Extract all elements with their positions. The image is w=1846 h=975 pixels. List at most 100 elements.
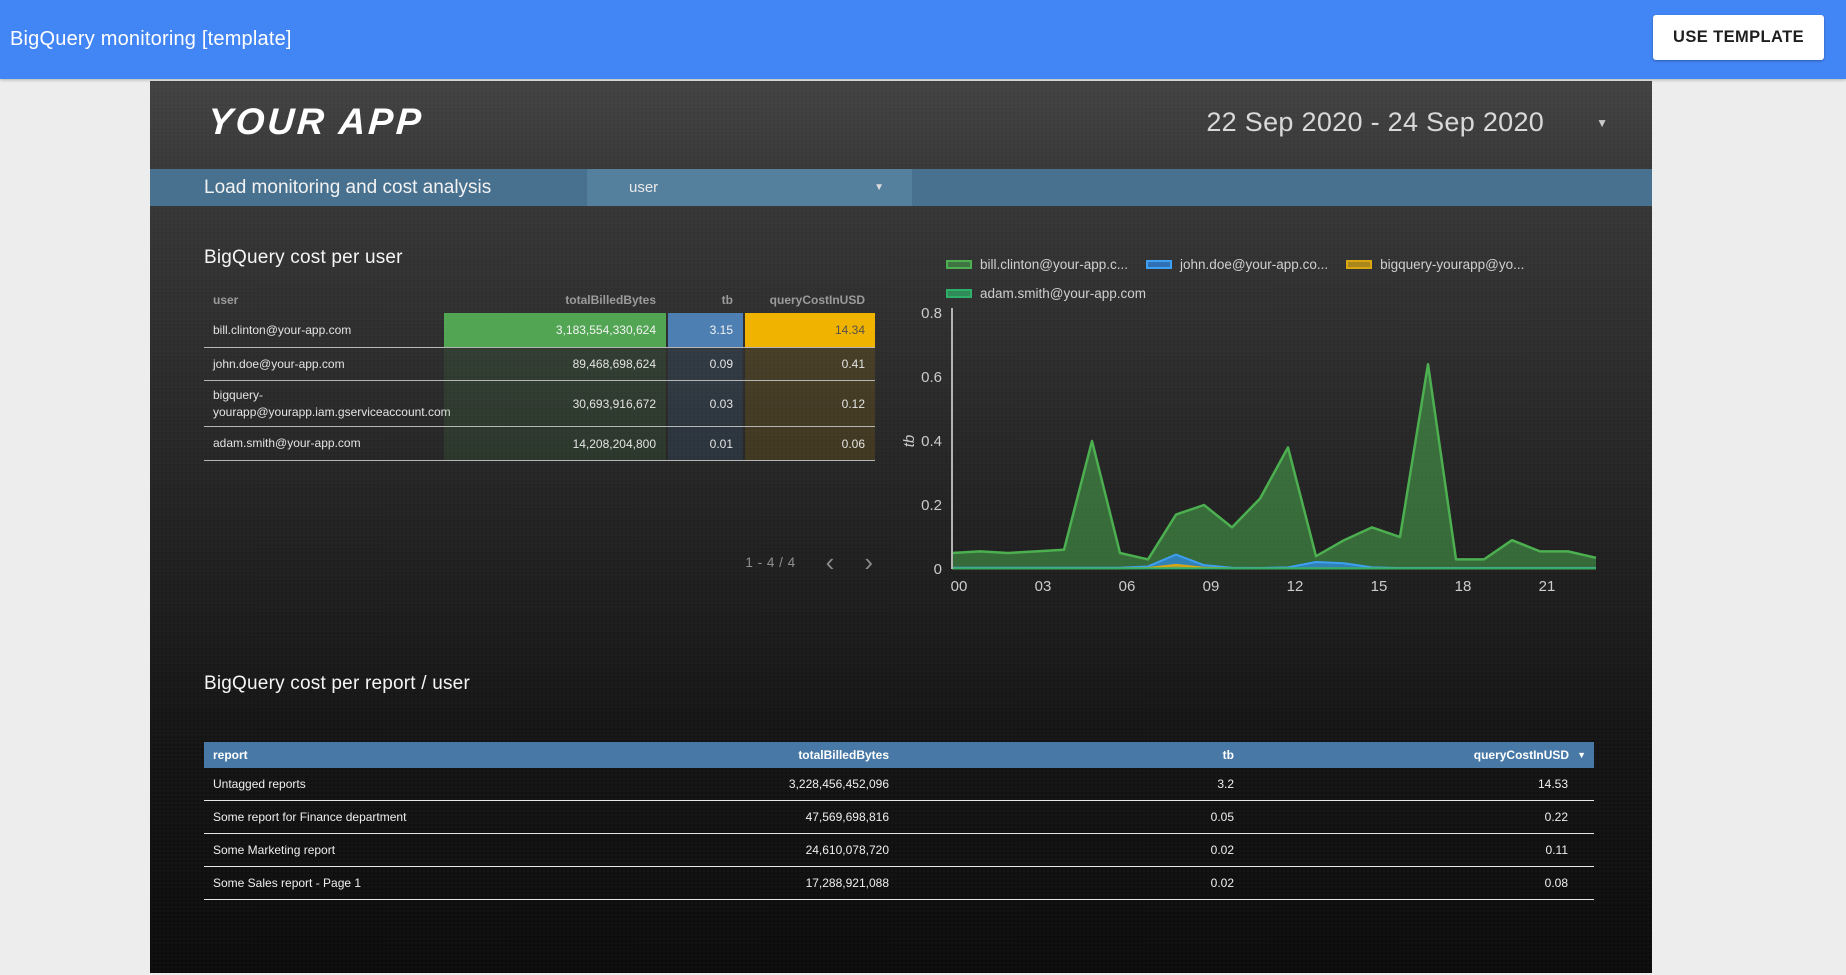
area-chart-svg[interactable]: 00.20.40.60.8tb0003060912151821 bbox=[902, 300, 1602, 605]
series-color-swatch bbox=[1146, 260, 1172, 269]
x-tick-label: 03 bbox=[1035, 578, 1052, 595]
legend-item[interactable]: bigquery-yourapp@yo... bbox=[1346, 257, 1524, 272]
user-cell: john.doe@your-app.com bbox=[204, 348, 442, 380]
table-header-row: user totalBilledBytes tb queryCostInUSD bbox=[204, 286, 875, 313]
previous-page-icon[interactable]: ‹ bbox=[826, 551, 835, 573]
tb-cell: 0.03 bbox=[668, 381, 743, 426]
column-header-bytes[interactable]: totalBilledBytes bbox=[713, 748, 889, 762]
table-pagination: 1 - 4 / 4 ‹ › bbox=[204, 549, 873, 575]
cost-per-report-table: report totalBilledBytes tb queryCostInUS… bbox=[204, 742, 1594, 900]
tb-cell: 0.02 bbox=[889, 876, 1234, 890]
report-cell: Some Marketing report bbox=[204, 843, 713, 857]
date-range-picker[interactable]: 22 Sep 2020 - 24 Sep 2020 ▼ bbox=[1206, 107, 1608, 138]
column-header-tb[interactable]: tb bbox=[668, 293, 743, 307]
table-header-row: report totalBilledBytes tb queryCostInUS… bbox=[204, 742, 1594, 768]
cost-per-user-table: user totalBilledBytes tb queryCostInUSD … bbox=[204, 286, 875, 461]
table-row: adam.smith@your-app.com 14,208,204,800 0… bbox=[204, 426, 875, 460]
pagination-range: 1 - 4 / 4 bbox=[745, 555, 795, 570]
bytes-cell: 47,569,698,816 bbox=[713, 810, 889, 824]
cost-cell: 0.41 bbox=[745, 348, 875, 380]
cost-cell: 14.53 bbox=[1234, 777, 1594, 791]
x-tick-label: 18 bbox=[1455, 578, 1472, 595]
bytes-cell: 3,228,456,452,096 bbox=[713, 777, 889, 791]
column-header-cost[interactable]: queryCostInUSD bbox=[745, 293, 875, 307]
user-cell: adam.smith@your-app.com bbox=[204, 427, 442, 460]
cost-cell: 0.12 bbox=[745, 381, 875, 426]
chevron-down-icon: ▼ bbox=[874, 182, 884, 193]
series-color-swatch bbox=[946, 260, 972, 269]
report-cell: Some Sales report - Page 1 bbox=[204, 876, 713, 890]
cost-cell: 14.34 bbox=[745, 313, 875, 347]
x-tick-label: 09 bbox=[1203, 578, 1220, 595]
cost-area-chart[interactable]: 00.20.40.60.8tb0003060912151821 bbox=[902, 300, 1602, 605]
report-cell: Some report for Finance department bbox=[204, 810, 713, 824]
legend-item[interactable]: bill.clinton@your-app.c... bbox=[946, 257, 1128, 272]
column-header-cost-label: queryCostInUSD bbox=[1474, 748, 1569, 762]
tb-cell: 0.02 bbox=[889, 843, 1234, 857]
cost-per-user-title: BigQuery cost per user bbox=[204, 247, 403, 269]
x-tick-label: 06 bbox=[1119, 578, 1136, 595]
table-row: bigquery- yourapp@yourapp.iam.gserviceac… bbox=[204, 380, 875, 426]
series-color-swatch bbox=[1346, 260, 1372, 269]
y-tick-label: 0.4 bbox=[921, 433, 942, 450]
filter-bar-title: Load monitoring and cost analysis bbox=[204, 169, 491, 206]
page: BigQuery monitoring [template] USE TEMPL… bbox=[0, 0, 1846, 975]
column-header-user[interactable]: user bbox=[204, 293, 442, 307]
chevron-down-icon: ▼ bbox=[1596, 116, 1608, 130]
filter-bar: Load monitoring and cost analysis user ▼ bbox=[150, 169, 1652, 206]
cost-cell: 0.08 bbox=[1234, 876, 1594, 890]
column-header-tb[interactable]: tb bbox=[889, 748, 1234, 762]
user-filter-dropdown[interactable]: user ▼ bbox=[586, 169, 913, 206]
tb-cell: 3.2 bbox=[889, 777, 1234, 791]
cost-per-report-title: BigQuery cost per report / user bbox=[204, 673, 470, 695]
table-row: Untagged reports 3,228,456,452,096 3.2 1… bbox=[204, 768, 1594, 801]
tb-cell: 0.01 bbox=[668, 427, 743, 460]
column-header-report[interactable]: report bbox=[204, 748, 713, 762]
table-row: Some Sales report - Page 1 17,288,921,08… bbox=[204, 867, 1594, 900]
table-row: Some report for Finance department 47,56… bbox=[204, 801, 1594, 834]
report-title: BigQuery monitoring [template] bbox=[10, 0, 292, 79]
bytes-cell: 30,693,916,672 bbox=[444, 381, 666, 426]
table-row: Some Marketing report 24,610,078,720 0.0… bbox=[204, 834, 1594, 867]
tb-cell: 0.09 bbox=[668, 348, 743, 380]
legend-label: bill.clinton@your-app.c... bbox=[980, 257, 1128, 272]
tb-cell: 3.15 bbox=[668, 313, 743, 347]
series-color-swatch bbox=[946, 289, 972, 298]
table-row: john.doe@your-app.com 89,468,698,624 0.0… bbox=[204, 347, 875, 380]
legend-item[interactable]: john.doe@your-app.co... bbox=[1146, 257, 1328, 272]
your-app-logo: YOUR APP bbox=[207, 101, 426, 143]
user-cell: bill.clinton@your-app.com bbox=[204, 313, 442, 347]
bytes-cell: 14,208,204,800 bbox=[444, 427, 666, 460]
column-header-bytes[interactable]: totalBilledBytes bbox=[444, 293, 666, 307]
cost-cell: 0.11 bbox=[1234, 843, 1594, 857]
bytes-cell: 89,468,698,624 bbox=[444, 348, 666, 380]
user-cell: bigquery- yourapp@yourapp.iam.gserviceac… bbox=[204, 381, 442, 426]
legend-label: adam.smith@your-app.com bbox=[980, 286, 1146, 301]
legend-label: john.doe@your-app.co... bbox=[1180, 257, 1328, 272]
column-header-cost[interactable]: queryCostInUSD ▼ bbox=[1234, 748, 1594, 762]
table-row: bill.clinton@your-app.com 3,183,554,330,… bbox=[204, 313, 875, 347]
app-topbar: BigQuery monitoring [template] USE TEMPL… bbox=[0, 0, 1846, 79]
sort-descending-icon: ▼ bbox=[1577, 750, 1586, 760]
tb-cell: 0.05 bbox=[889, 810, 1234, 824]
dropdown-selected-value: user bbox=[629, 179, 658, 196]
y-tick-label: 0.6 bbox=[921, 369, 942, 386]
cost-cell: 0.06 bbox=[745, 427, 875, 460]
y-tick-label: 0.2 bbox=[921, 497, 942, 514]
report-cell: Untagged reports bbox=[204, 777, 713, 791]
area-series-0 bbox=[952, 364, 1596, 569]
cost-cell: 0.22 bbox=[1234, 810, 1594, 824]
legend-item[interactable]: adam.smith@your-app.com bbox=[946, 286, 1146, 301]
x-tick-label: 15 bbox=[1371, 578, 1388, 595]
next-page-icon[interactable]: › bbox=[864, 551, 873, 573]
legend-label: bigquery-yourapp@yo... bbox=[1380, 257, 1524, 272]
bytes-cell: 24,610,078,720 bbox=[713, 843, 889, 857]
x-tick-label: 12 bbox=[1287, 578, 1304, 595]
report-canvas: YOUR APP 22 Sep 2020 - 24 Sep 2020 ▼ Loa… bbox=[150, 81, 1652, 973]
x-tick-label: 21 bbox=[1539, 578, 1556, 595]
date-range-value: 22 Sep 2020 - 24 Sep 2020 bbox=[1206, 107, 1544, 138]
x-tick-label: 00 bbox=[951, 578, 968, 595]
bytes-cell: 17,288,921,088 bbox=[713, 876, 889, 890]
bytes-cell: 3,183,554,330,624 bbox=[444, 313, 666, 347]
use-template-button[interactable]: USE TEMPLATE bbox=[1653, 15, 1824, 60]
